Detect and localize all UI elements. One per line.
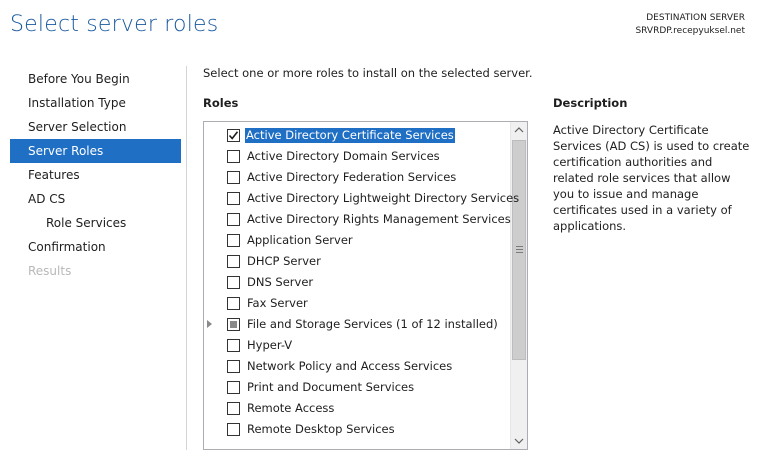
role-item[interactable]: Network Policy and Access Services bbox=[204, 356, 510, 377]
grip-icon bbox=[516, 246, 523, 255]
role-item[interactable]: Active Directory Rights Management Servi… bbox=[204, 209, 511, 230]
role-checkbox[interactable] bbox=[227, 360, 240, 373]
nav-item-role-services[interactable]: Role Services bbox=[10, 211, 181, 235]
role-item[interactable]: File and Storage Services (1 of 12 insta… bbox=[204, 314, 510, 335]
roles-scrollbar[interactable] bbox=[510, 122, 527, 449]
role-item[interactable]: Fax Server bbox=[204, 293, 510, 314]
roles-heading: Roles bbox=[203, 96, 239, 110]
page-title: Select server roles bbox=[10, 12, 219, 37]
wizard-navigation: Before You Begin Installation Type Server … bbox=[10, 67, 181, 283]
role-label: Fax Server bbox=[247, 296, 308, 310]
nav-item-installation-type[interactable]: Installation Type bbox=[10, 91, 181, 115]
role-item[interactable]: DHCP Server bbox=[204, 251, 510, 272]
role-item[interactable]: Hyper-V bbox=[204, 335, 510, 356]
role-checkbox[interactable] bbox=[227, 213, 240, 226]
role-item[interactable]: Remote Access bbox=[204, 398, 510, 419]
description-heading: Description bbox=[553, 96, 628, 110]
role-label: Network Policy and Access Services bbox=[247, 359, 453, 373]
nav-divider bbox=[186, 66, 187, 450]
instruction-text: Select one or more roles to install on t… bbox=[203, 66, 533, 80]
role-checkbox[interactable] bbox=[227, 402, 240, 415]
scroll-up-button[interactable] bbox=[511, 122, 527, 139]
role-item[interactable]: Active Directory Certificate Services bbox=[204, 125, 510, 146]
role-label: Active Directory Lightweight Directory S… bbox=[247, 191, 520, 205]
role-item[interactable]: Active Directory Federation Services bbox=[204, 167, 510, 188]
role-label: Application Server bbox=[247, 233, 353, 247]
role-label: Active Directory Federation Services bbox=[247, 170, 457, 184]
role-checkbox[interactable] bbox=[227, 318, 240, 331]
role-item[interactable]: Remote Desktop Services bbox=[204, 419, 510, 440]
chevron-down-icon bbox=[514, 438, 524, 444]
role-checkbox[interactable] bbox=[227, 129, 240, 142]
role-checkbox[interactable] bbox=[227, 234, 240, 247]
role-checkbox[interactable] bbox=[227, 150, 240, 163]
role-item[interactable]: Print and Document Services bbox=[204, 377, 510, 398]
nav-item-before-you-begin[interactable]: Before You Begin bbox=[10, 67, 181, 91]
role-label: Print and Document Services bbox=[247, 380, 415, 394]
destination-server-name: SRVRDP.recepyuksel.net bbox=[635, 26, 745, 36]
partial-check-icon bbox=[230, 321, 237, 328]
role-item[interactable]: Application Server bbox=[204, 230, 510, 251]
role-checkbox[interactable] bbox=[227, 192, 240, 205]
nav-item-features[interactable]: Features bbox=[10, 163, 181, 187]
scroll-down-button[interactable] bbox=[511, 432, 527, 449]
description-text: Active Directory Certificate Services (A… bbox=[553, 123, 750, 233]
role-label: Hyper-V bbox=[247, 338, 293, 352]
roles-list[interactable]: Active Directory Certificate Services Act… bbox=[203, 121, 528, 450]
role-label: Active Directory Rights Management Servi… bbox=[247, 212, 511, 226]
role-label: Remote Desktop Services bbox=[247, 422, 395, 436]
expand-arrow-icon[interactable] bbox=[207, 320, 212, 328]
role-checkbox[interactable] bbox=[227, 339, 240, 352]
role-checkbox[interactable] bbox=[227, 381, 240, 394]
role-label: Remote Access bbox=[247, 401, 335, 415]
role-item[interactable]: DNS Server bbox=[204, 272, 510, 293]
nav-item-server-selection[interactable]: Server Selection bbox=[10, 115, 181, 139]
nav-item-confirmation[interactable]: Confirmation bbox=[10, 235, 181, 259]
destination-server-label: DESTINATION SERVER bbox=[646, 13, 745, 23]
destination-server-info: DESTINATION SERVER SRVRDP.recepyuksel.ne… bbox=[635, 12, 745, 38]
role-checkbox[interactable] bbox=[227, 276, 240, 289]
role-label: File and Storage Services (1 of 12 insta… bbox=[247, 317, 498, 331]
role-checkbox[interactable] bbox=[227, 297, 240, 310]
role-label: Active Directory Domain Services bbox=[247, 149, 440, 163]
nav-item-server-roles[interactable]: Server Roles bbox=[10, 139, 181, 163]
role-item[interactable]: Active Directory Domain Services bbox=[204, 146, 510, 167]
role-label: DNS Server bbox=[247, 275, 314, 289]
role-checkbox[interactable] bbox=[227, 423, 240, 436]
role-item[interactable]: Active Directory Lightweight Directory S… bbox=[204, 188, 519, 209]
nav-item-results: Results bbox=[28, 264, 72, 278]
role-checkbox[interactable] bbox=[227, 255, 240, 268]
chevron-up-icon bbox=[514, 127, 524, 133]
checkmark-icon bbox=[228, 131, 239, 140]
role-label: DHCP Server bbox=[247, 254, 321, 268]
nav-item-ad-cs[interactable]: AD CS bbox=[10, 187, 181, 211]
role-label: Active Directory Certificate Services bbox=[245, 128, 455, 143]
role-checkbox[interactable] bbox=[227, 171, 240, 184]
scroll-thumb[interactable] bbox=[512, 140, 526, 360]
